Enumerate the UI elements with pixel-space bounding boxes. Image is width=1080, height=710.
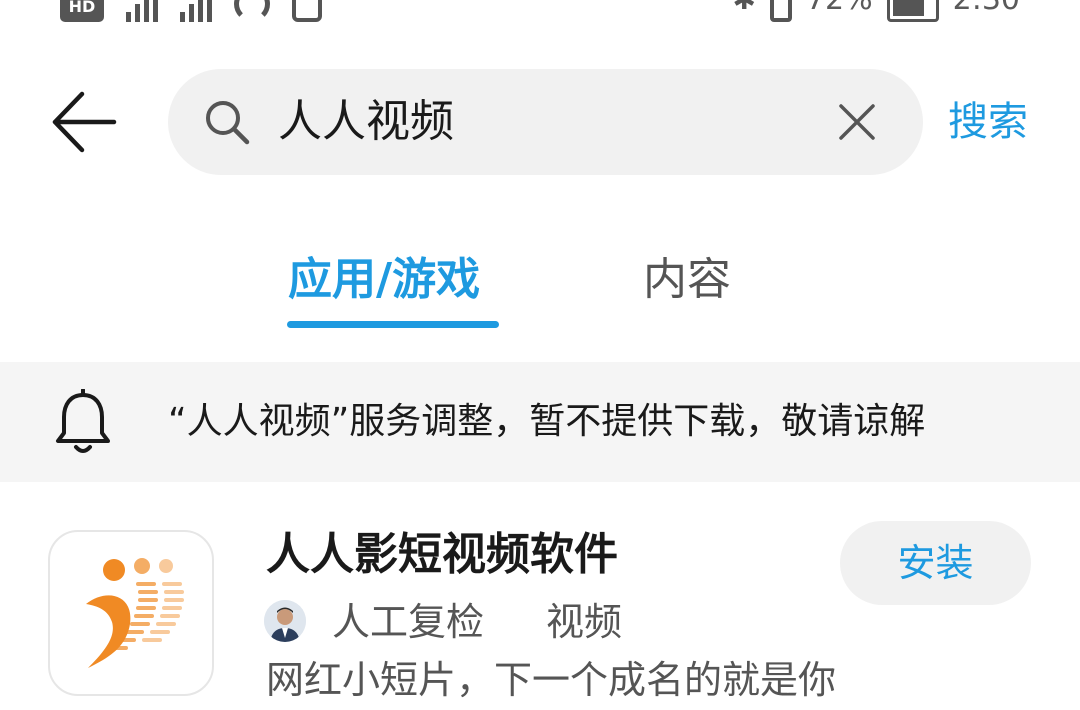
vibrate-icon (769, 0, 792, 22)
signal-icon (126, 0, 158, 22)
install-button[interactable]: 安装 (840, 521, 1031, 605)
category-label: 视频 (546, 600, 623, 644)
back-button[interactable] (40, 82, 130, 162)
back-arrow-icon (52, 91, 117, 153)
hd-icon: HD (60, 0, 104, 22)
tab-active-indicator (287, 321, 499, 328)
app-name[interactable]: 人人影短视频软件 (266, 524, 618, 586)
hotspot-icon (234, 0, 270, 22)
app-description: 网红小短片，下一个成名的就是你 (266, 658, 837, 702)
clear-icon[interactable] (832, 97, 882, 147)
review-label: 人工复检 (332, 600, 485, 644)
tab-apps-games[interactable]: 应用/游戏 (288, 245, 480, 315)
battery-percent: 72% (806, 0, 873, 22)
notice-text: “人人视频”服务调整，暂不提供下载，敬请谅解 (168, 401, 926, 442)
app-icon[interactable] (48, 530, 214, 696)
nfc-icon (292, 0, 322, 22)
bluetooth-icon: ✱ (732, 0, 755, 22)
status-bar: HD ✱ 72% 2:30 (0, 0, 1080, 22)
search-icon (206, 101, 250, 145)
search-input[interactable]: 人人视频 (278, 69, 454, 175)
battery-icon (886, 0, 939, 22)
bell-icon (56, 389, 110, 453)
search-button[interactable]: 搜索 (948, 90, 1028, 154)
signal-icon-2 (180, 0, 212, 22)
avatar-icon (264, 600, 306, 642)
tab-content[interactable]: 内容 (643, 245, 731, 315)
reviewer-avatar (264, 600, 306, 642)
app-logo-icon (86, 558, 184, 668)
notice-bar: “人人视频”服务调整，暂不提供下载，敬请谅解 (0, 362, 1080, 482)
clock: 2:30 (953, 0, 1020, 22)
search-box[interactable]: 人人视频 (168, 69, 923, 175)
